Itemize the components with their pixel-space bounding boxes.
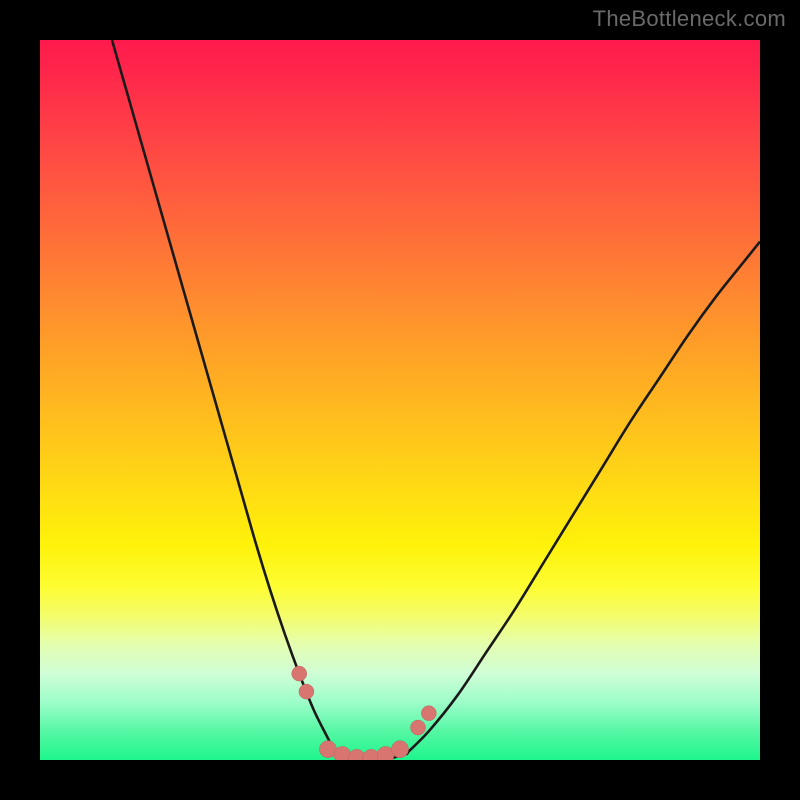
watermark-text: TheBottleneck.com [593,6,786,32]
marker-dot [392,741,409,758]
marker-dot [292,666,307,681]
marker-dot [299,684,314,699]
right-markers [411,706,437,735]
marker-dot [411,720,426,735]
curve-line [112,40,760,760]
chart-frame: TheBottleneck.com [0,0,800,800]
bottleneck-curve [40,40,760,760]
marker-dot [421,706,436,721]
plot-area [40,40,760,760]
